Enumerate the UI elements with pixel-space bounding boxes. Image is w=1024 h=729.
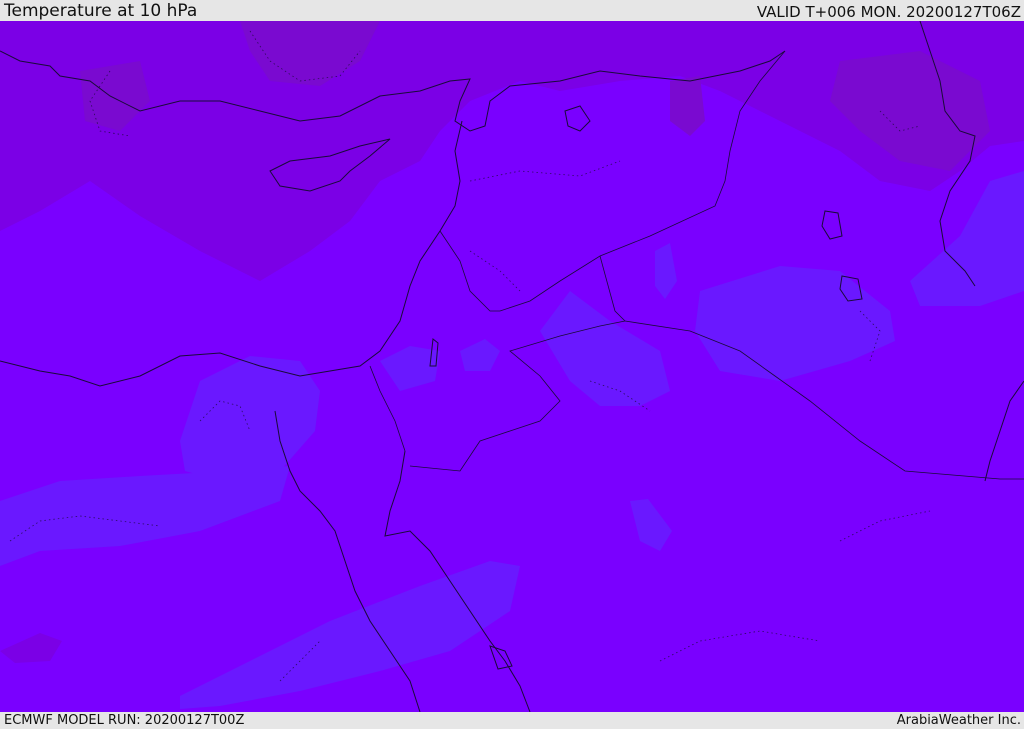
valid-time: VALID T+006 MON. 20200127T06Z [756, 3, 1021, 21]
map-title: Temperature at 10 hPa [4, 1, 198, 21]
temperature-map [0, 21, 1024, 712]
map-panel[interactable] [0, 21, 1024, 712]
header-bar: Temperature at 10 hPa VALID T+006 MON. 2… [0, 0, 1024, 21]
footer-bar: ECMWF MODEL RUN: 20200127T00Z ArabiaWeat… [0, 712, 1024, 729]
model-run-label: ECMWF MODEL RUN: 20200127T00Z [4, 713, 245, 728]
credit-label: ArabiaWeather Inc. [896, 713, 1021, 728]
